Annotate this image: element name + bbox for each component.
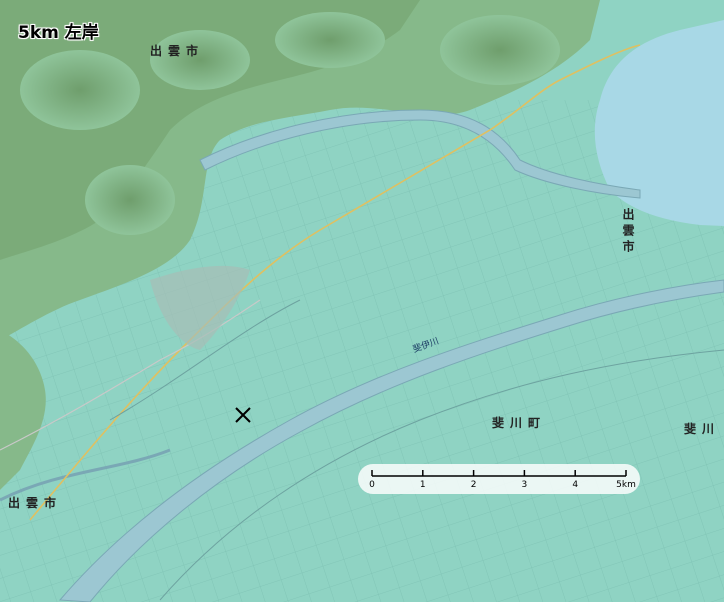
place-label-hikawa-edge: 斐川 <box>684 422 721 436</box>
scale-tick-label: 4 <box>572 480 579 490</box>
place-label-izumo-east: 出雲市 <box>621 208 635 256</box>
scale-tick-label: 5km <box>616 480 636 490</box>
hill-5 <box>440 15 560 85</box>
map-background <box>0 0 724 602</box>
place-label-izumo-north: 出雲市 <box>150 44 205 58</box>
scale-bar: 0 1 2 3 4 5km <box>358 464 640 494</box>
scale-tick-label: 1 <box>419 480 426 490</box>
scale-tick-label: 3 <box>521 480 528 490</box>
map-title: 5km 左岸 <box>18 23 99 43</box>
scale-tick-label: 0 <box>369 480 375 490</box>
place-label-hikawa: 斐川町 <box>492 416 547 430</box>
place-label-izumo-southwest: 出雲市 <box>8 496 63 510</box>
hill-2 <box>150 30 250 90</box>
topographic-map: 5km 左岸 出雲市 出雲市 出雲市 斐川町 斐川 斐伊川 0 1 2 3 4 … <box>0 0 724 602</box>
hill-4 <box>275 12 385 68</box>
hill-3 <box>85 165 175 235</box>
hill-1 <box>20 50 140 130</box>
scale-tick-label: 2 <box>470 480 477 490</box>
scale-bar-graphic <box>371 470 627 477</box>
